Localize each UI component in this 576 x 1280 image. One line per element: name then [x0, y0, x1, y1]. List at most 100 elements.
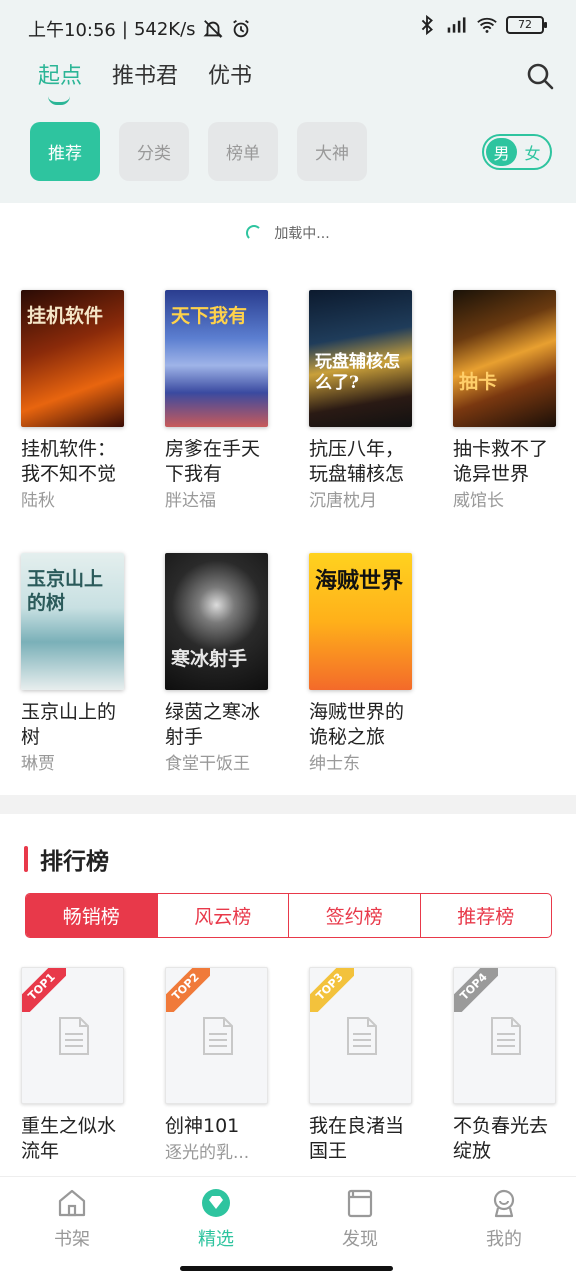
cover-title: 抽卡 — [459, 371, 498, 393]
status-time: 上午10:56 — [28, 20, 116, 41]
ranking-header: 排行榜 — [24, 842, 109, 876]
book-title[interactable]: 绿茵之寒冰射手 — [165, 700, 269, 750]
book-title[interactable]: 海贼世界的诡秘之旅 — [309, 700, 413, 750]
spinner-icon — [246, 225, 263, 241]
book-cover[interactable]: 海贼世界 — [309, 553, 412, 690]
book-cover[interactable]: 寒冰射手 — [165, 553, 268, 690]
source-tabs: 起点 推书君 优书 — [38, 58, 252, 105]
alarm-icon — [232, 19, 249, 38]
ranking-tabs: 畅销榜 风云榜 签约榜 推荐榜 — [25, 893, 552, 938]
book-author: 绅士东 — [309, 754, 360, 774]
tab-signed[interactable]: 签约榜 — [289, 894, 421, 937]
chip-recommend[interactable]: 推荐 — [30, 122, 100, 181]
book-card[interactable]: 挂机软件 挂机软件：我不知不觉 陆秋 — [21, 290, 146, 513]
nav-featured[interactable]: 精选 — [176, 1187, 256, 1251]
book-title[interactable]: 抽卡救不了诡异世界 — [453, 437, 557, 487]
chip-ranking[interactable]: 榜单 — [208, 122, 278, 181]
book-title[interactable]: 玉京山上的树 — [21, 700, 125, 750]
document-icon — [347, 1017, 377, 1055]
home-indicator[interactable] — [180, 1266, 393, 1271]
book-title[interactable]: 抗压八年，玩盘辅核怎 — [309, 437, 413, 487]
ranking-item[interactable]: TOP3 我在良渚当国王 — [309, 967, 434, 1164]
cover-title: 寒冰射手 — [171, 648, 248, 670]
profile-icon — [493, 1189, 515, 1218]
book-cover-placeholder[interactable]: TOP4 — [453, 967, 556, 1104]
mute-bell-icon — [203, 20, 223, 38]
rank-badge: TOP3 — [310, 968, 354, 1012]
book-cover-placeholder[interactable]: TOP3 — [309, 967, 412, 1104]
book-author: 沉唐枕月 — [309, 491, 377, 511]
signal-hd-icon — [447, 17, 466, 33]
bookshelf-icon — [58, 1189, 86, 1217]
cover-title: 挂机软件 — [27, 305, 104, 327]
document-icon — [491, 1017, 521, 1055]
chip-master[interactable]: 大神 — [297, 122, 367, 181]
book-cover[interactable]: 玩盘辅核怎么了? — [309, 290, 412, 427]
book-cover-placeholder[interactable]: TOP2 — [165, 967, 268, 1104]
book-title[interactable]: 创神101 — [165, 1114, 269, 1139]
book-author: 胖达福 — [165, 491, 216, 511]
ranking-item[interactable]: TOP4 不负春光去绽放 — [453, 967, 576, 1164]
tab-youshu[interactable]: 优书 — [208, 58, 252, 98]
book-title[interactable]: 挂机软件：我不知不觉 — [21, 437, 125, 487]
tab-bestseller[interactable]: 畅销榜 — [26, 894, 158, 937]
tab-trending[interactable]: 风云榜 — [158, 894, 289, 937]
rank-badge: TOP1 — [22, 968, 66, 1012]
book-card[interactable]: 寒冰射手 绿茵之寒冰射手 食堂干饭王 — [165, 553, 290, 776]
book-cover[interactable]: 玉京山上的树 — [21, 553, 124, 690]
ranking-item[interactable]: TOP2 创神101 逐光的乳... — [165, 967, 290, 1165]
battery-icon: 72 — [506, 16, 547, 34]
nav-label: 发现 — [342, 1229, 378, 1250]
ranking-item[interactable]: TOP1 重生之似水流年 — [21, 967, 146, 1164]
rank-badge: TOP2 — [166, 968, 210, 1012]
book-cover-placeholder[interactable]: TOP1 — [21, 967, 124, 1104]
cover-title: 玩盘辅核怎么了? — [315, 352, 400, 393]
gender-male[interactable]: 男 — [486, 138, 517, 166]
book-cover[interactable]: 挂机软件 — [21, 290, 124, 427]
book-title[interactable]: 我在良渚当国王 — [309, 1114, 413, 1164]
bluetooth-icon — [421, 14, 433, 36]
tab-tuishujun[interactable]: 推书君 — [112, 58, 178, 98]
chip-category[interactable]: 分类 — [119, 122, 189, 181]
tab-recommended[interactable]: 推荐榜 — [421, 894, 552, 937]
book-cover[interactable]: 抽卡 — [453, 290, 556, 427]
document-icon — [203, 1017, 233, 1055]
nav-profile[interactable]: 我的 — [464, 1187, 544, 1251]
book-title[interactable]: 不负春光去绽放 — [453, 1114, 557, 1164]
loading-text: 加载中... — [274, 226, 330, 242]
wifi-icon — [477, 17, 497, 33]
book-author: 逐光的乳... — [165, 1143, 250, 1163]
cover-title: 海贼世界 — [315, 568, 404, 594]
book-title[interactable]: 房爹在手天下我有 — [165, 437, 269, 487]
document-icon — [59, 1017, 89, 1055]
status-separator: | — [121, 18, 128, 40]
gender-female[interactable]: 女 — [517, 138, 548, 166]
ranking-accent-bar — [24, 846, 28, 872]
cover-title: 玉京山上的树 — [27, 568, 104, 614]
featured-diamond-icon — [202, 1189, 230, 1217]
book-author: 威馆长 — [453, 491, 504, 511]
loading-indicator: 加载中... — [0, 203, 576, 263]
book-title[interactable]: 重生之似水流年 — [21, 1114, 125, 1164]
category-chips: 推荐 分类 榜单 大神 — [30, 122, 367, 181]
bottom-nav: 书架 精选 发现 我的 — [0, 1176, 576, 1280]
book-card[interactable]: 玩盘辅核怎么了? 抗压八年，玩盘辅核怎 沉唐枕月 — [309, 290, 434, 513]
ranking-title: 排行榜 — [40, 849, 109, 875]
header-area: 上午10:56 | 542K/s 72 起点 推书君 优书 推荐 分类 榜单 大… — [0, 0, 576, 203]
status-net-speed: 542K/s — [133, 18, 196, 40]
book-card[interactable]: 天下我有 房爹在手天下我有 胖达福 — [165, 290, 290, 513]
nav-bookshelf[interactable]: 书架 — [32, 1187, 112, 1251]
book-cover[interactable]: 天下我有 — [165, 290, 268, 427]
book-card[interactable]: 抽卡 抽卡救不了诡异世界 威馆长 — [453, 290, 576, 513]
gender-toggle[interactable]: 男 女 — [482, 134, 552, 170]
discover-book-icon — [347, 1189, 373, 1218]
book-card[interactable]: 海贼世界 海贼世界的诡秘之旅 绅士东 — [309, 553, 434, 776]
nav-label: 我的 — [486, 1229, 522, 1250]
search-icon[interactable] — [524, 60, 556, 92]
book-card[interactable]: 玉京山上的树 玉京山上的树 琳贾 — [21, 553, 146, 776]
nav-discover[interactable]: 发现 — [320, 1187, 400, 1251]
book-author: 食堂干饭王 — [165, 754, 250, 774]
status-bar: 上午10:56 | 542K/s 72 — [0, 0, 576, 56]
tab-qidian[interactable]: 起点 — [38, 58, 82, 105]
book-author: 琳贾 — [21, 754, 55, 774]
